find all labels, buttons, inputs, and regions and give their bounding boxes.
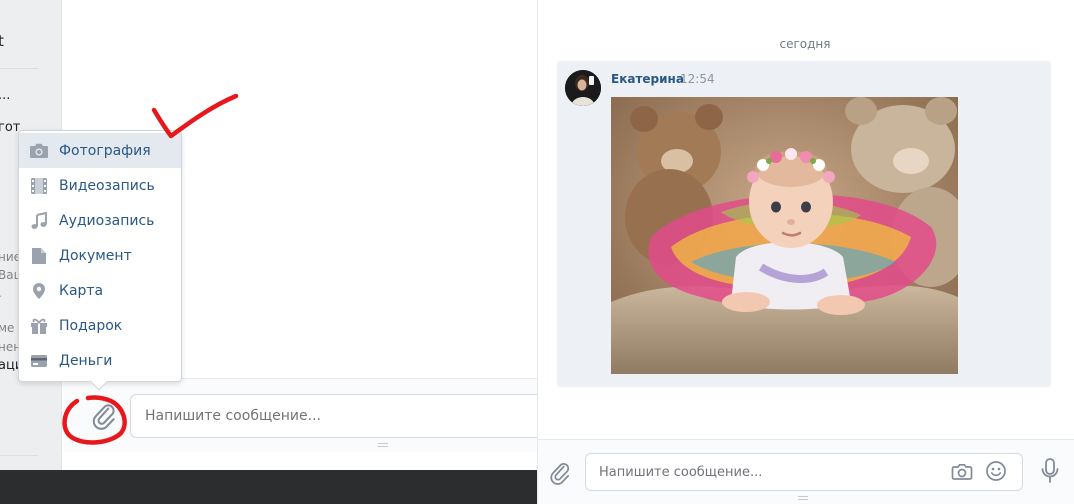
photo-attachment[interactable] (611, 97, 958, 374)
attach-menu-item-label: Документ (59, 247, 132, 264)
date-separator: сегодня (779, 37, 831, 51)
document-icon (29, 246, 49, 266)
gift-icon (29, 316, 49, 336)
attach-menu: Фотография Видеозапись Аудиозапись Докум… (18, 130, 182, 391)
emoji-icon[interactable] (985, 460, 1007, 482)
attach-menu-item-label: Подарок (59, 317, 123, 334)
sidebar-fragment: ... (0, 88, 11, 103)
paperclip-icon[interactable] (91, 401, 117, 431)
attach-menu-item-video[interactable]: Видеозапись (19, 168, 181, 203)
film-icon (29, 176, 49, 196)
avatar[interactable] (565, 70, 601, 106)
message-input[interactable] (130, 394, 537, 438)
sidebar-fragment: . (0, 286, 2, 300)
attach-menu-item-map[interactable]: Карта (19, 273, 181, 308)
microphone-icon[interactable] (1040, 458, 1060, 484)
message[interactable]: Екатерина 12:54 (557, 61, 1051, 387)
message-author[interactable]: Екатерина (611, 72, 684, 86)
attach-menu-item-label: Карта (59, 282, 104, 299)
resize-grip[interactable] (798, 496, 808, 500)
right-composer (538, 439, 1074, 504)
attach-menu-item-money[interactable]: Деньги (19, 343, 181, 378)
paperclip-icon[interactable] (549, 460, 571, 486)
attach-menu-item-photo[interactable]: Фотография (19, 133, 181, 168)
sidebar-divider (0, 68, 38, 69)
attach-menu-item-label: Аудиозапись (59, 212, 155, 229)
attach-menu-item-label: Видеозапись (59, 177, 155, 194)
camera-icon[interactable] (951, 461, 973, 483)
right-window: сегодня Екатерина 12:54 (537, 0, 1074, 504)
attach-menu-item-audio[interactable]: Аудиозапись (19, 203, 181, 238)
card-icon (29, 351, 49, 371)
camera-icon (29, 141, 49, 161)
sidebar-fragment: t (0, 32, 4, 50)
message-time[interactable]: 12:54 (680, 72, 715, 86)
sidebar-fragment: ме (0, 321, 15, 335)
attach-menu-item-gift[interactable]: Подарок (19, 308, 181, 343)
left-composer (63, 378, 537, 452)
music-note-icon (29, 211, 49, 231)
sidebar-divider (0, 455, 38, 456)
left-window: t ... гот ние Ваш . ме нени ацит Фотогра… (0, 0, 537, 504)
map-pin-icon (29, 281, 49, 301)
attach-menu-item-label: Деньги (59, 352, 113, 369)
taskbar (0, 470, 537, 504)
attach-menu-item-document[interactable]: Документ (19, 238, 181, 273)
resize-grip[interactable] (378, 443, 388, 447)
attach-menu-item-label: Фотография (59, 142, 151, 159)
